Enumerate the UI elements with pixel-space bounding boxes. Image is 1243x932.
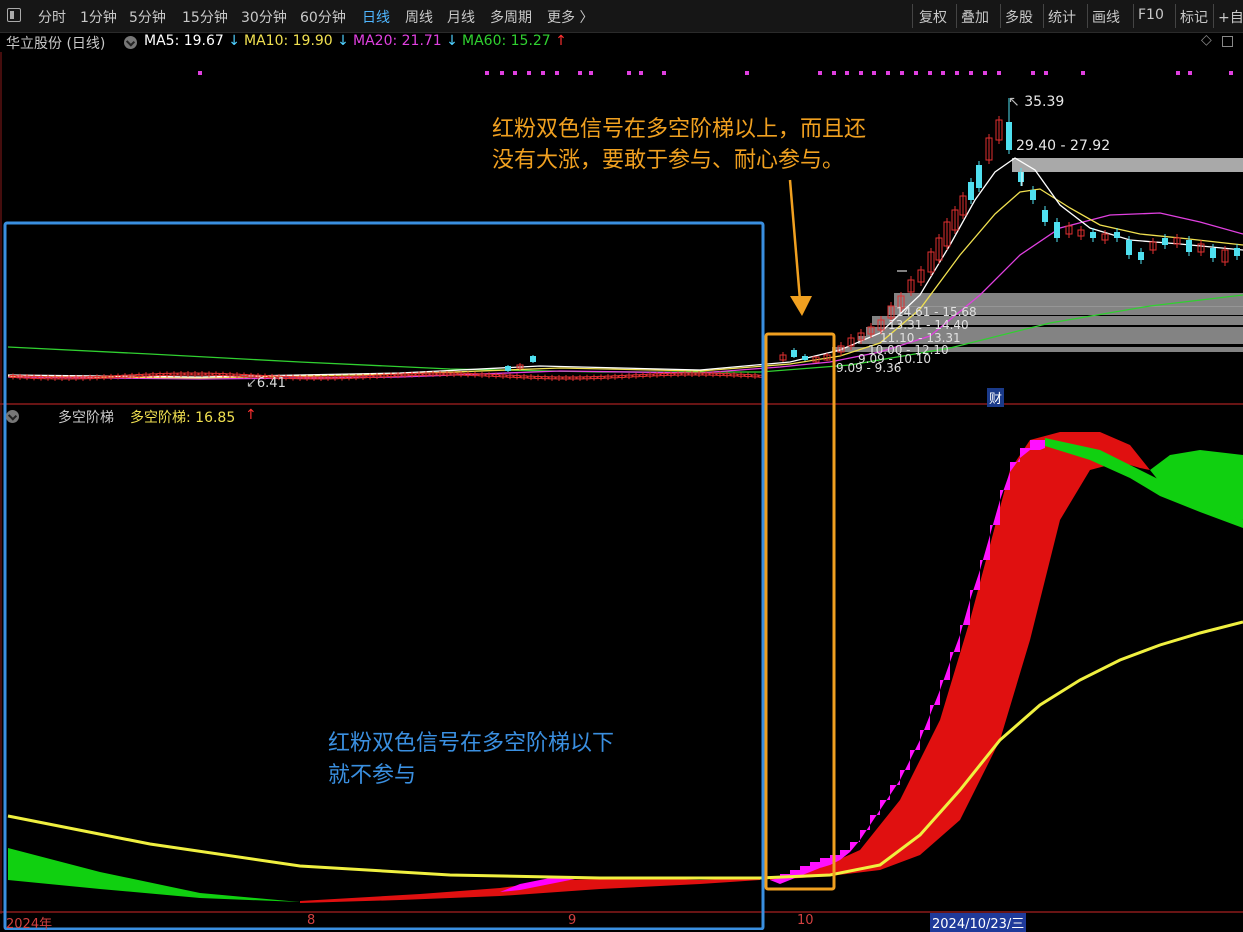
signal-dot (1081, 71, 1085, 75)
cursor-date: 2024/10/23/三 (930, 913, 1027, 932)
signal-dot (1176, 71, 1180, 75)
candle-body (505, 366, 511, 371)
ma5-line (7, 157, 1243, 378)
band-label: 9.09 - 9.36 (836, 361, 902, 375)
signal-dot (983, 71, 987, 75)
signal-dot (1229, 71, 1233, 75)
signal-dot (941, 71, 945, 75)
signal-dot (198, 71, 202, 75)
ladder-line (7, 620, 1243, 880)
signal-dot (1044, 71, 1048, 75)
high-price-label: ↖ 35.39 (1008, 94, 1065, 110)
green-band-early (8, 848, 300, 902)
top-band-label: 29.40 - 27.92 (1016, 138, 1111, 154)
signal-dot (997, 71, 1001, 75)
candle-body (791, 350, 797, 357)
signal-dot (859, 71, 863, 75)
signal-dot (485, 71, 489, 75)
candle-body (1114, 232, 1120, 238)
candle-body (1210, 248, 1216, 258)
candle-body (1006, 122, 1012, 150)
candle-body (1054, 222, 1060, 238)
signal-dots (198, 71, 1233, 75)
axis-year: 2024年 (6, 917, 53, 932)
signal-dot (818, 71, 822, 75)
band-label: 13.31 - 14.40 (888, 318, 969, 332)
signal-dot (555, 71, 559, 75)
candle-body (802, 356, 808, 360)
blue-annotation: 红粉双色信号在多空阶梯以下 就不参与 (328, 731, 615, 788)
signal-dot (1188, 71, 1192, 75)
candle-body (1090, 232, 1096, 238)
signal-dot (914, 71, 918, 75)
signal-dot (527, 71, 531, 75)
signal-dot (845, 71, 849, 75)
signal-dot (513, 71, 517, 75)
low-price-label: ↙6.41 (246, 376, 286, 391)
indicator-info: 多空阶梯 多空阶梯: 16.85 ↑ (0, 406, 1243, 426)
indicator-arrow: ↑ (245, 407, 257, 423)
candle-body (1030, 190, 1036, 200)
red-band (770, 432, 1150, 880)
signal-dot (541, 71, 545, 75)
candle-body (968, 182, 974, 200)
signal-dot (955, 71, 959, 75)
orange-arrow-shaft (788, 179, 802, 301)
axis-month-10: 10 (797, 913, 814, 928)
indicator-name: 多空阶梯 (58, 410, 114, 426)
candle-body (1234, 248, 1240, 256)
candle-body (1186, 240, 1192, 252)
signal-dot (886, 71, 890, 75)
candle-body (530, 356, 536, 362)
candle-body (1162, 238, 1168, 245)
candle-body (1018, 172, 1024, 182)
indicator-dropdown-icon[interactable] (6, 410, 19, 423)
signal-dot (500, 71, 504, 75)
indicator-value: 多空阶梯: 16.85 (130, 410, 236, 426)
axis-month-9: 9 (568, 913, 577, 928)
orange-arrow-head (790, 296, 812, 316)
signal-dot (872, 71, 876, 75)
finance-badge[interactable]: 财 (987, 388, 1005, 407)
signal-dot (639, 71, 643, 75)
annotation-boxes (3, 179, 836, 930)
band-label: 14.61 - 15.68 (896, 305, 977, 319)
red-band-early (300, 878, 760, 903)
signal-dot (589, 71, 593, 75)
signal-dot (900, 71, 904, 75)
orange-annotation: 红粉双色信号在多空阶梯以上，而且还 没有大涨，要敢于参与、耐心参与。 (492, 117, 867, 173)
ladder-indicator (7, 432, 1243, 903)
signal-dot (662, 71, 666, 75)
signal-dot (578, 71, 582, 75)
signal-dot (627, 71, 631, 75)
blue-box (3, 221, 765, 930)
candle-body (1138, 252, 1144, 260)
band-top (1012, 158, 1243, 172)
signal-dot (969, 71, 973, 75)
ma-lines (7, 157, 1243, 380)
candle-body (976, 165, 982, 188)
candle-body (1126, 240, 1132, 255)
signal-dot (832, 71, 836, 75)
candle-body (1042, 210, 1048, 222)
signal-dot (928, 71, 932, 75)
axis-month-8: 8 (307, 913, 316, 928)
signal-dot (745, 71, 749, 75)
signal-dot (1031, 71, 1035, 75)
